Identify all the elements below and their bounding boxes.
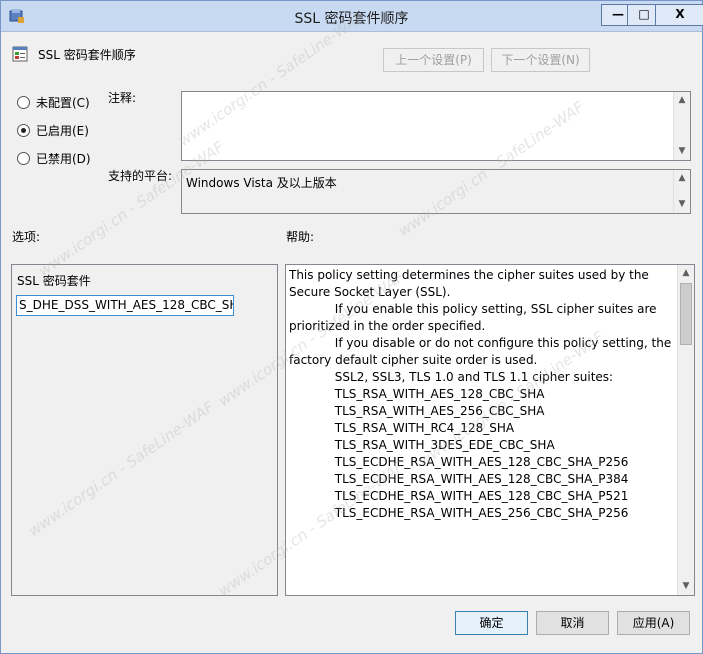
- comment-textarea[interactable]: ▲ ▼: [181, 91, 691, 161]
- help-label: 帮助:: [286, 230, 315, 244]
- cancel-button[interactable]: 取消: [536, 611, 609, 635]
- help-line: SSL2, SSL3, TLS 1.0 and TLS 1.1 cipher s…: [289, 370, 614, 384]
- help-line: TLS_RSA_WITH_AES_256_CBC_SHA: [289, 404, 545, 418]
- options-panel: SSL 密码套件 S_DHE_DSS_WITH_AES_128_CBC_SHA: [11, 264, 278, 596]
- platform-label: 支持的平台:: [108, 169, 173, 183]
- ok-button[interactable]: 确定: [455, 611, 528, 635]
- options-label: 选项:: [12, 230, 41, 244]
- help-line: If you disable or do not configure this …: [289, 336, 672, 350]
- setting-title: SSL 密码套件顺序: [38, 48, 136, 62]
- platform-scrollbar[interactable]: ▲ ▼: [673, 170, 690, 213]
- radio-circle: [17, 152, 30, 165]
- help-line: TLS_RSA_WITH_AES_128_CBC_SHA: [289, 387, 545, 401]
- help-line: TLS_ECDHE_RSA_WITH_AES_128_CBC_SHA_P256: [289, 455, 629, 469]
- help-scrollbar[interactable]: ▲ ▼: [677, 265, 694, 595]
- scroll-up-icon[interactable]: ▲: [678, 265, 694, 282]
- help-line: prioritized in the order specified.: [289, 319, 486, 333]
- radio-not-configured[interactable]: 未配置(C): [17, 94, 90, 111]
- scroll-up-icon[interactable]: ▲: [674, 92, 690, 109]
- help-panel: This policy setting determines the ciphe…: [285, 264, 695, 596]
- comment-label: 注释:: [108, 91, 137, 105]
- help-line: TLS_ECDHE_RSA_WITH_AES_128_CBC_SHA_P384: [289, 472, 629, 486]
- cipher-suites-label: SSL 密码套件: [17, 274, 91, 288]
- setting-icon: [12, 46, 28, 62]
- help-line: If you enable this policy setting, SSL c…: [289, 302, 657, 316]
- cipher-suites-input[interactable]: S_DHE_DSS_WITH_AES_128_CBC_SHA: [16, 295, 234, 316]
- radio-enabled[interactable]: 已启用(E): [17, 122, 89, 139]
- platform-value: Windows Vista 及以上版本: [186, 176, 337, 190]
- prev-setting-button[interactable]: 上一个设置(P): [383, 48, 484, 72]
- help-line: Secure Socket Layer (SSL).: [289, 285, 451, 299]
- scroll-down-icon[interactable]: ▼: [678, 578, 694, 595]
- help-line: This policy setting determines the ciphe…: [289, 268, 649, 282]
- dialog-window: SSL 密码套件顺序 — □ X SSL 密码套件顺序 上一个设置(P) 下一个…: [0, 0, 703, 654]
- help-line: TLS_ECDHE_RSA_WITH_AES_256_CBC_SHA_P256: [289, 506, 629, 520]
- window-title: SSL 密码套件顺序: [294, 11, 409, 27]
- apply-button[interactable]: 应用(A): [617, 611, 690, 635]
- radio-circle: [17, 96, 30, 109]
- title-bar[interactable]: SSL 密码套件顺序 — □ X: [1, 1, 703, 32]
- help-line: TLS_RSA_WITH_RC4_128_SHA: [289, 421, 515, 435]
- comment-scrollbar[interactable]: ▲ ▼: [673, 92, 690, 160]
- help-text: This policy setting determines the ciphe…: [289, 267, 672, 522]
- radio-circle-selected: [17, 124, 30, 137]
- radio-disabled[interactable]: 已禁用(D): [17, 150, 91, 167]
- help-line: TLS_RSA_WITH_3DES_EDE_CBC_SHA: [289, 438, 555, 452]
- scroll-down-icon[interactable]: ▼: [674, 196, 690, 213]
- help-line: TLS_ECDHE_RSA_WITH_AES_128_CBC_SHA_P521: [289, 489, 629, 503]
- platform-box: Windows Vista 及以上版本 ▲ ▼: [181, 169, 691, 214]
- scroll-up-icon[interactable]: ▲: [674, 170, 690, 187]
- close-button[interactable]: X: [655, 4, 703, 26]
- scrollbar-thumb[interactable]: [680, 283, 692, 345]
- help-line: factory default cipher suite order is us…: [289, 353, 538, 367]
- scroll-down-icon[interactable]: ▼: [674, 143, 690, 160]
- next-setting-button[interactable]: 下一个设置(N): [491, 48, 590, 72]
